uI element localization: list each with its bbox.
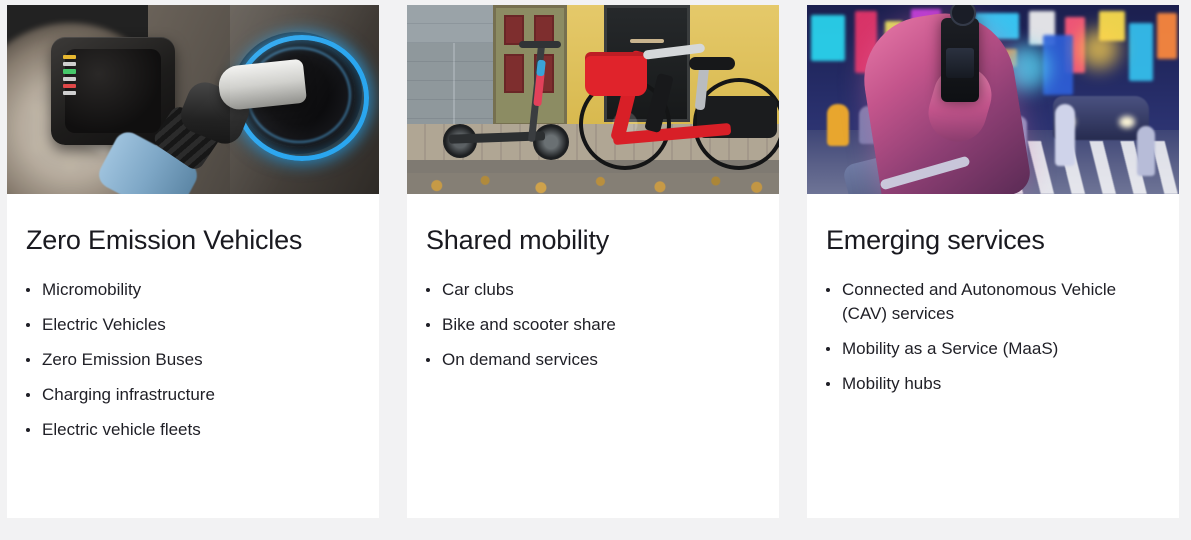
card-zero-emission-vehicles[interactable]: Zero Emission Vehicles Micromobility Ele… — [7, 5, 379, 518]
card-emerging-services[interactable]: Emerging services Connected and Autonomo… — [807, 5, 1179, 518]
card-content-shared-mobility: Shared mobility Car clubs Bike and scoot… — [407, 194, 779, 383]
list-item: Charging infrastructure — [26, 383, 360, 407]
card-shared-mobility[interactable]: Shared mobility Car clubs Bike and scoot… — [407, 5, 779, 518]
list-item: Mobility as a Service (MaaS) — [826, 337, 1160, 361]
list-item: Car clubs — [426, 278, 760, 302]
neon-street-illustration — [807, 5, 1179, 194]
list-item: Mobility hubs — [826, 372, 1160, 396]
card-image-emerging-services — [807, 5, 1179, 194]
ev-charging-illustration — [7, 5, 379, 194]
list-item: Bike and scooter share — [426, 313, 760, 337]
bike-basket-shape — [585, 52, 647, 96]
card-title-shared-mobility: Shared mobility — [426, 225, 610, 255]
charger-status-leds — [63, 55, 83, 96]
list-item: Electric vehicle fleets — [26, 418, 360, 442]
card-board: Zero Emission Vehicles Micromobility Ele… — [0, 0, 1191, 540]
fallen-leaves — [407, 173, 779, 194]
card-list-shared-mobility: Car clubs Bike and scooter share On dema… — [426, 278, 760, 372]
card-title-zero-emission-vehicles: Zero Emission Vehicles — [26, 225, 303, 255]
shared-mobility-illustration — [407, 5, 779, 194]
card-image-shared-mobility — [407, 5, 779, 194]
list-item: Zero Emission Buses — [26, 348, 360, 372]
olive-door-shape — [492, 5, 567, 126]
card-content-emerging-services: Emerging services Connected and Autonomo… — [807, 194, 1179, 407]
card-content-zero-emission-vehicles: Zero Emission Vehicles Micromobility Ele… — [7, 194, 379, 453]
list-item: On demand services — [426, 348, 760, 372]
card-title-emerging-services: Emerging services — [826, 225, 1045, 255]
list-item: Connected and Autonomous Vehicle (CAV) s… — [826, 278, 1160, 326]
card-image-zero-emission-vehicles — [7, 5, 379, 194]
card-list-zero-emission-vehicles: Micromobility Electric Vehicles Zero Emi… — [26, 278, 360, 442]
card-list-emerging-services: Connected and Autonomous Vehicle (CAV) s… — [826, 278, 1160, 396]
list-item: Electric Vehicles — [26, 313, 360, 337]
list-item: Micromobility — [26, 278, 360, 302]
